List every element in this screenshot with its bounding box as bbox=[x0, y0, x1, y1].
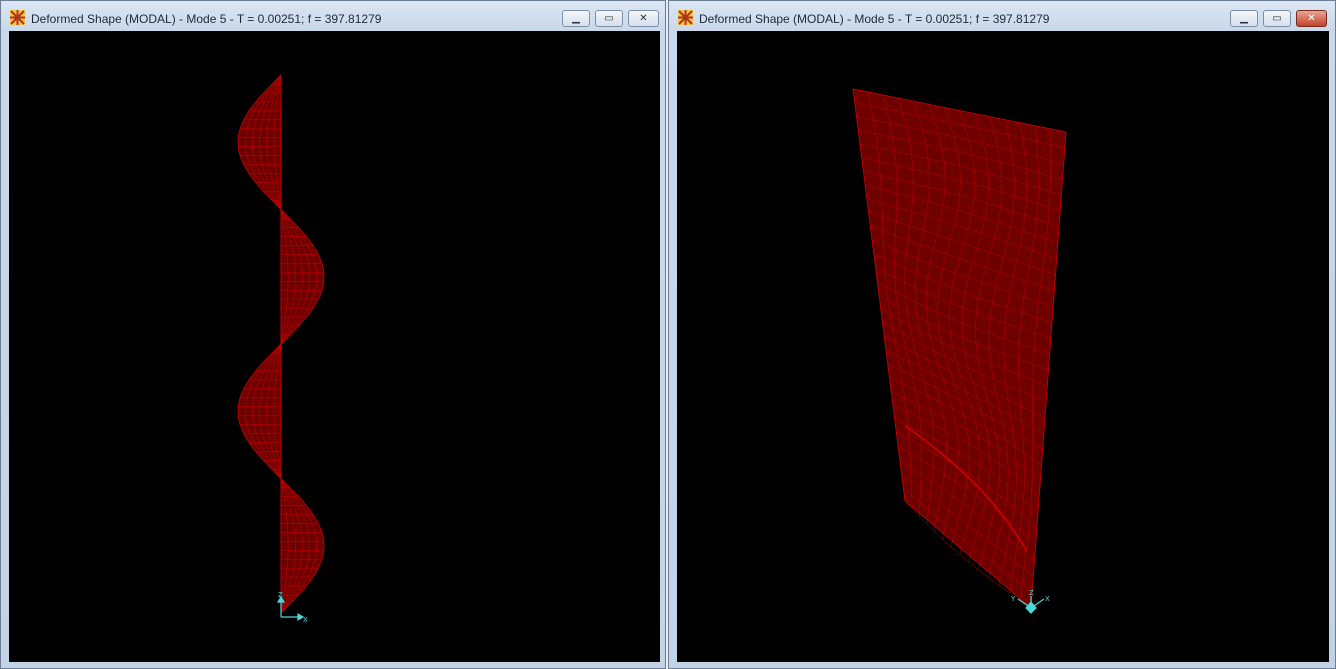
window-title: Deformed Shape (MODAL) - Mode 5 - T = 0.… bbox=[31, 12, 382, 26]
deformed-mesh bbox=[237, 74, 325, 614]
minimize-button[interactable]: ▁ bbox=[1230, 10, 1258, 27]
maximize-icon: ▭ bbox=[604, 12, 614, 24]
axis-x-label: X bbox=[303, 616, 308, 624]
axis-x-label: X bbox=[1045, 595, 1050, 603]
deformed-shape-window-left[interactable]: Deformed Shape (MODAL) - Mode 5 - T = 0.… bbox=[0, 0, 666, 669]
title-bar[interactable]: Deformed Shape (MODAL) - Mode 5 - T = 0.… bbox=[669, 1, 1335, 31]
axis-y-label: Y bbox=[1010, 595, 1016, 603]
axis-z-label: Z bbox=[1029, 589, 1034, 597]
close-icon: ✕ bbox=[639, 12, 648, 24]
window-title: Deformed Shape (MODAL) - Mode 5 - T = 0.… bbox=[699, 12, 1050, 26]
deformed-shape-window-right[interactable]: Deformed Shape (MODAL) - Mode 5 - T = 0.… bbox=[668, 0, 1336, 669]
deformed-mesh bbox=[852, 88, 1067, 609]
sap2000-app-icon[interactable] bbox=[678, 10, 693, 25]
close-button[interactable]: ✕ bbox=[628, 10, 659, 27]
sap2000-app-icon[interactable] bbox=[10, 10, 25, 25]
minimize-button[interactable]: ▁ bbox=[562, 10, 590, 27]
close-button[interactable]: ✕ bbox=[1296, 10, 1327, 27]
minimize-icon: ▁ bbox=[572, 12, 580, 24]
maximize-button[interactable]: ▭ bbox=[1263, 10, 1291, 27]
model-viewport[interactable]: Y Z X bbox=[677, 31, 1329, 662]
maximize-icon: ▭ bbox=[1272, 12, 1282, 24]
model-viewport[interactable]: Z X bbox=[9, 31, 660, 662]
title-bar[interactable]: Deformed Shape (MODAL) - Mode 5 - T = 0.… bbox=[1, 1, 665, 31]
maximize-button[interactable]: ▭ bbox=[595, 10, 623, 27]
close-icon: ✕ bbox=[1307, 12, 1316, 24]
axis-z-label: Z bbox=[278, 591, 283, 599]
minimize-icon: ▁ bbox=[1240, 12, 1248, 24]
